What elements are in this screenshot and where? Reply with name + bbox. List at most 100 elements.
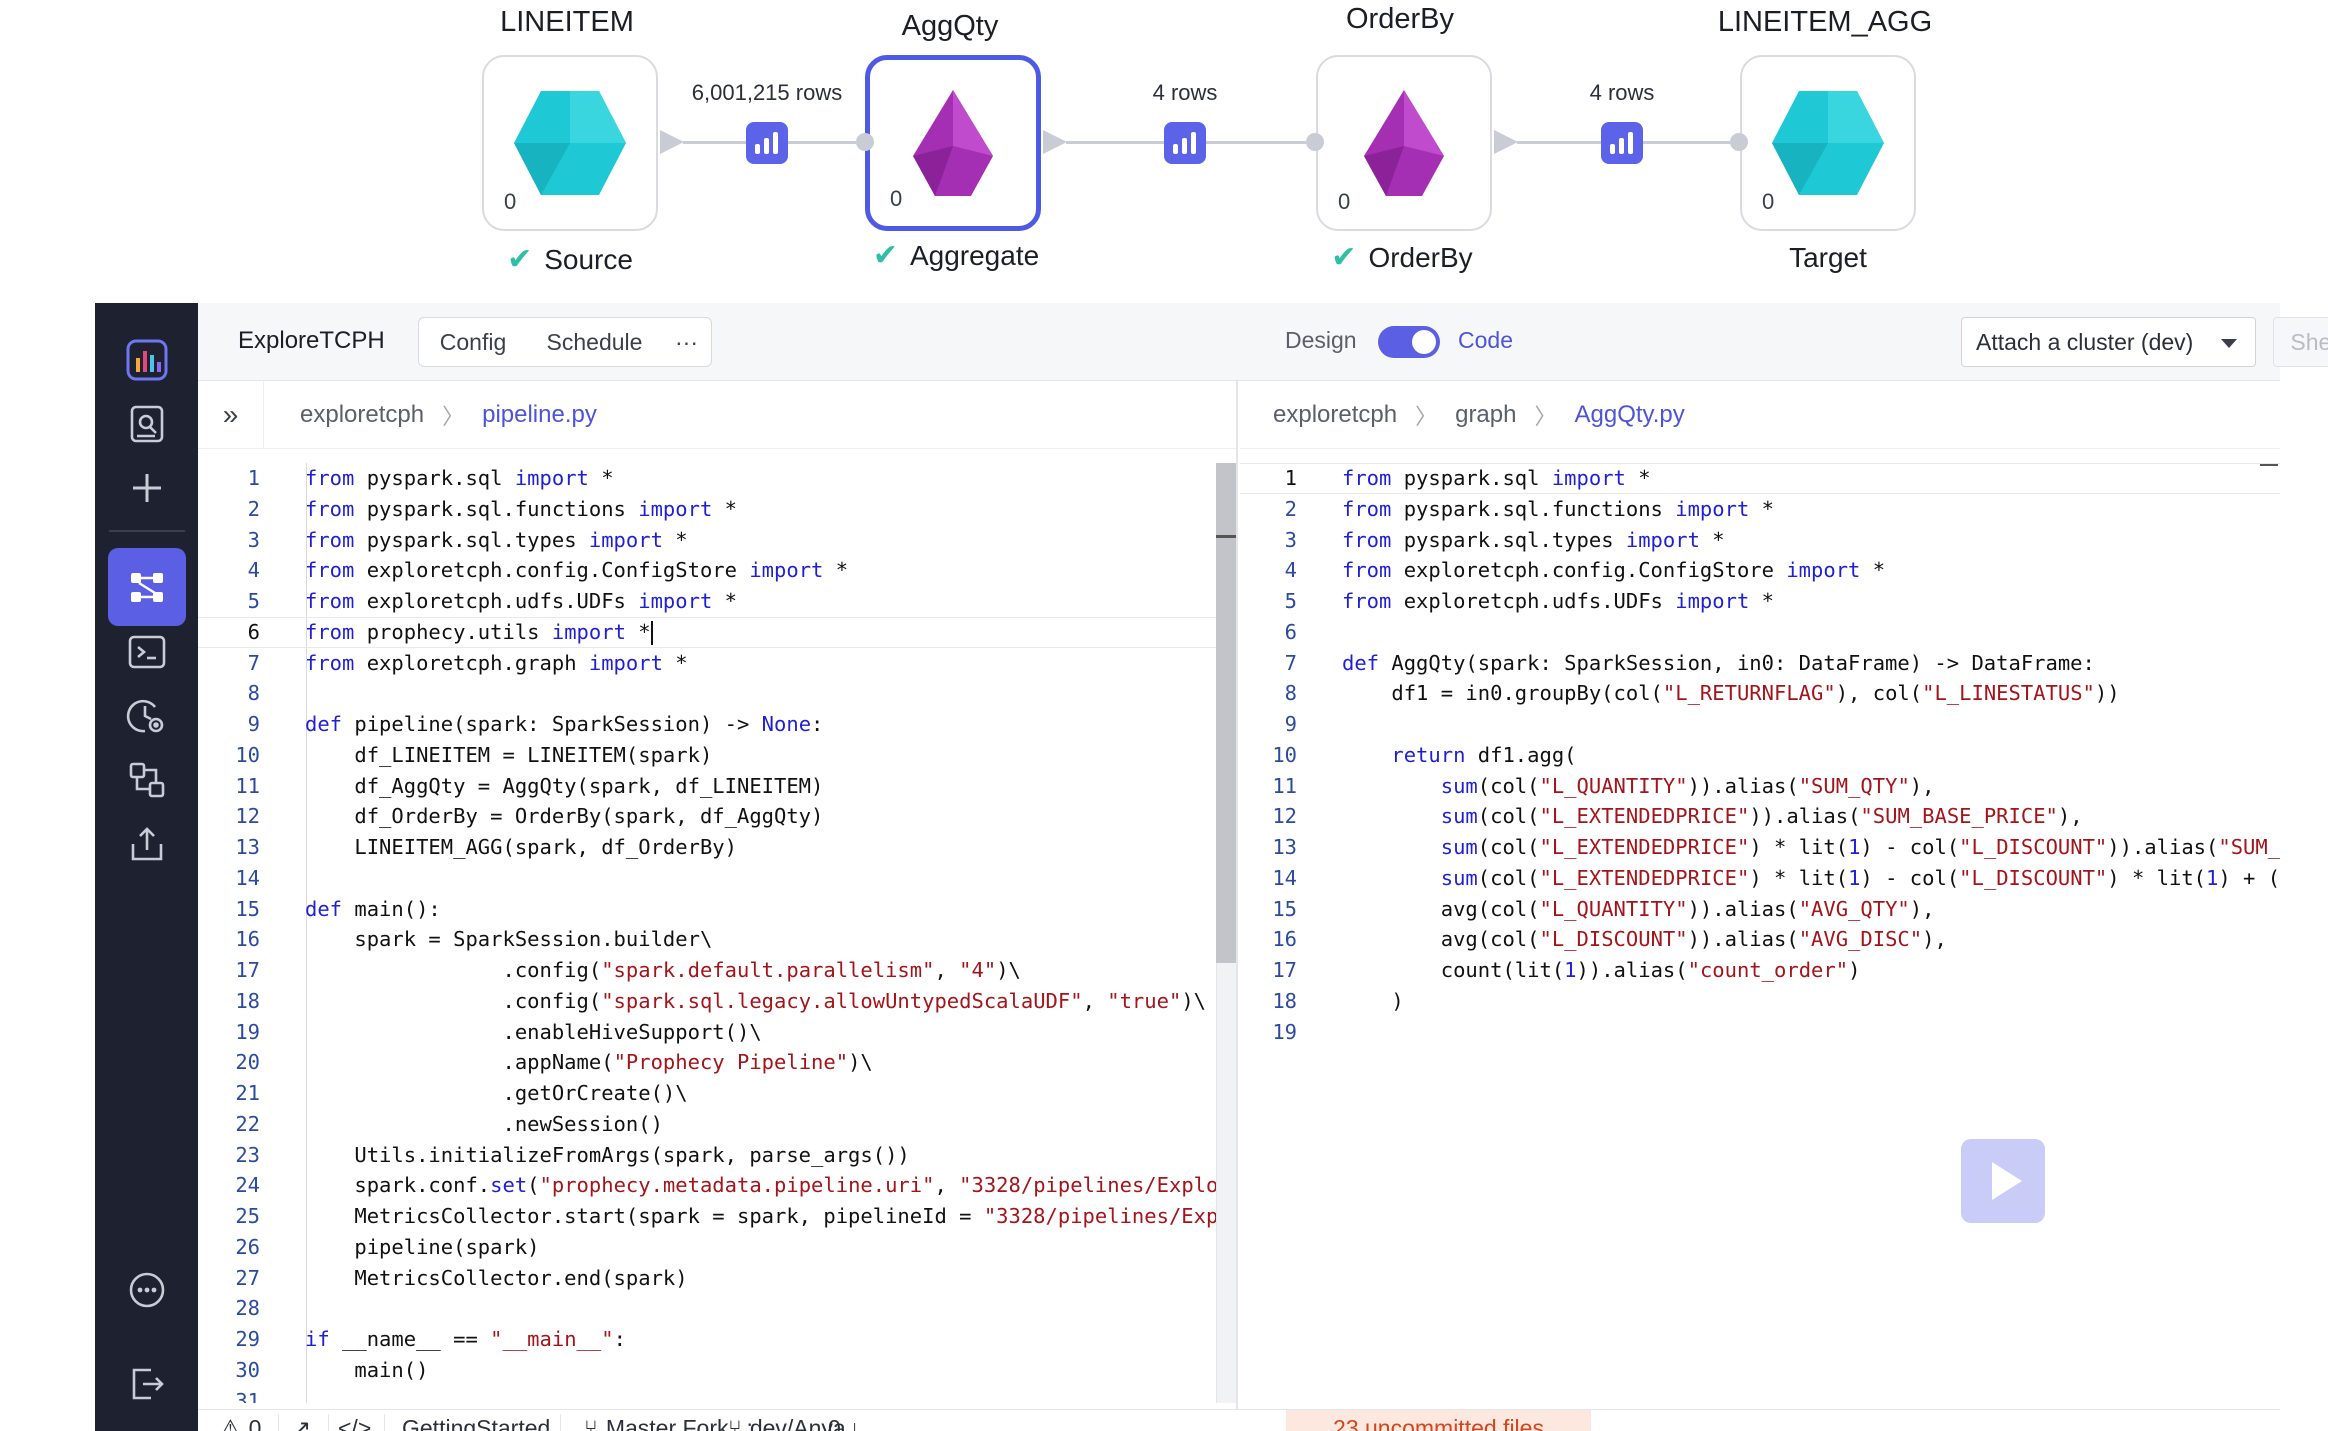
caret-down-icon xyxy=(2221,339,2237,348)
pipeline-icon xyxy=(131,573,163,602)
arrow-down-icon: ↓ xyxy=(848,1414,861,1431)
editor-pipeline[interactable]: » exploretcph 〉 pipeline.py 1 from pyspar… xyxy=(198,380,1238,1409)
edge-arrow xyxy=(1494,130,1518,154)
node-title-lineitem-agg: LINEITEM_AGG xyxy=(1717,6,1933,38)
check-icon: ✔ xyxy=(507,243,533,276)
chevron-right-icon: 〉 xyxy=(1534,403,1557,429)
node-target[interactable]: 0 xyxy=(1740,55,1916,231)
problems-count: 0 xyxy=(248,1414,262,1431)
pull-count: 0 xyxy=(828,1414,841,1431)
logout-icon xyxy=(132,1368,164,1400)
chevron-right-icon: 〉 xyxy=(1415,403,1438,429)
breadcrumb-item[interactable]: exploretcph xyxy=(300,401,424,429)
branch-label[interactable]: GettingStarted xyxy=(402,1410,550,1431)
breadcrumb-item[interactable]: exploretcph xyxy=(1273,401,1397,429)
breadcrumb-item[interactable]: graph xyxy=(1455,401,1516,429)
scrollbar-thumb[interactable] xyxy=(1216,463,1236,963)
code-view-button[interactable]: </> xyxy=(338,1410,371,1431)
node-source[interactable]: 0 xyxy=(482,55,658,231)
trend-button[interactable]: ↗ xyxy=(292,1410,311,1431)
design-code-toggle[interactable] xyxy=(1378,326,1440,358)
git-branch-icon: ⑂ xyxy=(728,1414,742,1431)
edge-port xyxy=(1306,133,1324,151)
edge-port xyxy=(1730,133,1748,151)
check-icon: ✔ xyxy=(872,239,898,272)
clock-gear-icon xyxy=(126,699,164,733)
node-title-lineitem: LINEITEM xyxy=(500,6,634,38)
edge-rows-label: 6,001,215 rows xyxy=(691,80,843,105)
breadcrumb-current[interactable]: pipeline.py xyxy=(482,401,597,429)
code-label[interactable]: Code xyxy=(1458,327,1513,354)
play-icon xyxy=(1992,1162,2022,1200)
metrics-icon[interactable] xyxy=(746,122,788,164)
warning-icon: ⚠ xyxy=(220,1414,241,1431)
check-icon: ✔ xyxy=(1331,241,1357,274)
project-name[interactable]: ExploreTCPH xyxy=(238,327,385,355)
plus-icon xyxy=(133,474,161,502)
code-icon: </> xyxy=(338,1414,372,1431)
ide-window: ExploreTCPH Config Schedule ··· Design C… xyxy=(95,303,2328,1431)
node-aggregate[interactable]: 0 xyxy=(865,55,1041,231)
node-label-source: ✔ Source xyxy=(507,243,633,276)
more-icon xyxy=(129,1272,165,1308)
nav-divider xyxy=(109,530,185,532)
gem-icon xyxy=(1364,90,1444,196)
vertical-scrollbar[interactable] xyxy=(1216,463,1236,1403)
left-nav xyxy=(95,303,198,1431)
breadcrumb: exploretcph 〉 graph 〉 AggQty.py xyxy=(1240,381,2280,449)
node-count: 0 xyxy=(890,186,903,211)
upload-icon xyxy=(131,827,163,861)
metrics-icon[interactable] xyxy=(1601,122,1643,164)
edge-rows-label: 4 rows xyxy=(1589,80,1655,105)
chevron-right-icon: 〉 xyxy=(442,403,465,429)
node-orderby[interactable]: 0 xyxy=(1316,55,1492,231)
search-doc-icon xyxy=(130,405,164,443)
divider xyxy=(278,1414,279,1431)
problems-indicator[interactable]: ⚠ 0 xyxy=(220,1410,261,1431)
nav-logout[interactable] xyxy=(108,1345,186,1423)
gem-icon xyxy=(913,90,993,196)
metrics-icon[interactable] xyxy=(1164,122,1206,164)
nav-more[interactable] xyxy=(108,1251,186,1329)
cluster-select[interactable]: Attach a cluster (dev) xyxy=(1961,317,2256,367)
pull-indicator[interactable]: 0 ↓ xyxy=(828,1410,860,1431)
hexagon-icon xyxy=(514,91,626,195)
terminal-icon xyxy=(128,635,166,669)
uncommitted-files-badge[interactable]: 23 uncommitted files xyxy=(1286,1410,1591,1431)
trend-icon: ↗ xyxy=(292,1414,312,1431)
node-title-aggqty: AggQty xyxy=(901,10,999,42)
divider xyxy=(328,1414,329,1431)
run-button[interactable] xyxy=(1961,1139,2045,1223)
code-area[interactable]: 1 from pyspark.sql import * 2 from pyspark… xyxy=(198,463,1236,1403)
breadcrumb: » exploretcph 〉 pipeline.py xyxy=(198,380,1236,449)
chart-logo-icon xyxy=(126,339,168,381)
pipeline-graph: LINEITEM AggQty OrderBy LINEITEM_AGG 0 0… xyxy=(0,0,2328,300)
design-label[interactable]: Design xyxy=(1285,327,1357,354)
divider xyxy=(560,1414,561,1431)
edge-rows-label: 4 rows xyxy=(1152,80,1218,105)
nav-release[interactable] xyxy=(108,805,186,883)
editor-aggqty[interactable]: exploretcph 〉 graph 〉 AggQty.py 1 from py… xyxy=(1240,381,2280,1409)
divider xyxy=(384,1414,385,1431)
hexagon-icon xyxy=(1772,91,1884,195)
status-bar: ⚠ 0 ↗ </> GettingStarted ⑂ Master Fork :… xyxy=(198,1409,2280,1431)
node-label-target: Target xyxy=(1789,242,1867,273)
edge-arrow xyxy=(660,130,684,154)
node-count: 0 xyxy=(504,189,517,214)
scroll-marker xyxy=(1216,535,1236,538)
edge-arrow xyxy=(1043,130,1067,154)
more-options-button[interactable]: ··· xyxy=(662,317,712,367)
expand-sidebar-icon[interactable]: » xyxy=(198,380,264,449)
shell-button[interactable]: Shell xyxy=(2273,317,2328,367)
node-label-orderby: ✔ OrderBy xyxy=(1331,241,1473,274)
breadcrumb-current[interactable]: AggQty.py xyxy=(1575,401,1685,429)
nav-create[interactable] xyxy=(108,449,186,527)
tab-schedule[interactable]: Schedule xyxy=(527,317,663,367)
edge-port xyxy=(856,133,874,151)
code-area[interactable]: 1 from pyspark.sql import * 2 from pyspark… xyxy=(1240,463,2280,1403)
node-title-orderby: OrderBy xyxy=(1346,3,1454,35)
fork-name: Master Fork xyxy=(605,1414,729,1431)
cluster-select-value: Attach a cluster (dev) xyxy=(1976,328,2194,355)
tab-config[interactable]: Config xyxy=(418,317,528,367)
node-count: 0 xyxy=(1762,189,1775,214)
